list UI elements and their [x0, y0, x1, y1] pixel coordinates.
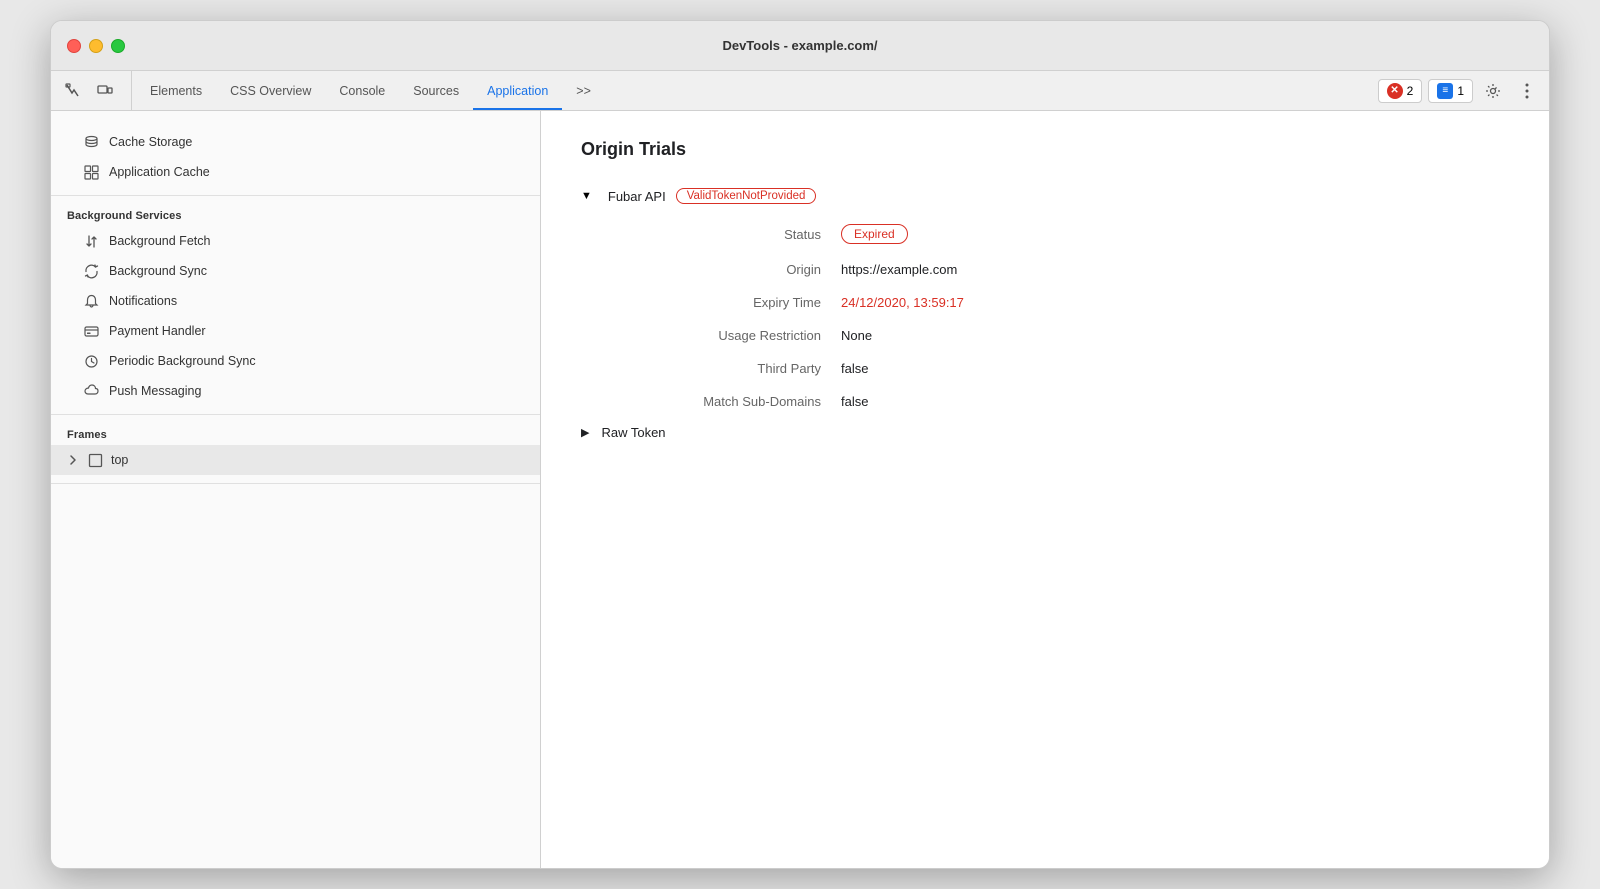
raw-token-row[interactable]: ▶ Raw Token — [581, 425, 1509, 440]
origin-value: https://example.com — [841, 262, 1509, 277]
bell-icon — [83, 293, 99, 309]
arrows-updown-icon — [83, 233, 99, 249]
usage-value: None — [841, 328, 1509, 343]
close-button[interactable] — [67, 39, 81, 53]
periodic-background-sync-label: Periodic Background Sync — [109, 354, 256, 368]
page-title: Origin Trials — [581, 139, 1509, 160]
toolbar-left-icons — [59, 71, 132, 110]
tab-elements[interactable]: Elements — [136, 71, 216, 110]
api-header: ▼ Fubar API ValidTokenNotProvided — [581, 188, 1509, 204]
background-sync-label: Background Sync — [109, 264, 207, 278]
api-name: Fubar API — [608, 189, 666, 204]
chevron-right-icon-raw: ▶ — [581, 426, 589, 439]
third-party-label: Third Party — [621, 361, 841, 376]
sidebar: Cache Storage Application Cache — [51, 111, 541, 868]
third-party-value: false — [841, 361, 1509, 376]
main-content: Cache Storage Application Cache — [51, 111, 1549, 868]
error-count-button[interactable]: ✕ 2 — [1378, 79, 1423, 103]
window-title: DevTools - example.com/ — [722, 38, 877, 53]
sidebar-item-push-messaging[interactable]: Push Messaging — [51, 376, 540, 406]
usage-label: Usage Restriction — [621, 328, 841, 343]
expired-badge: Expired — [841, 224, 908, 244]
content-panel: Origin Trials ▼ Fubar API ValidTokenNotP… — [541, 111, 1549, 868]
info-count-button[interactable]: ≡ 1 — [1428, 79, 1473, 103]
background-fetch-label: Background Fetch — [109, 234, 210, 248]
error-count: 2 — [1407, 84, 1414, 98]
card-icon — [83, 323, 99, 339]
expiry-label: Expiry Time — [621, 295, 841, 310]
status-label: Status — [621, 224, 841, 244]
sidebar-item-notifications[interactable]: Notifications — [51, 286, 540, 316]
storage-section: Cache Storage Application Cache — [51, 119, 540, 196]
tab-console[interactable]: Console — [325, 71, 399, 110]
info-count: 1 — [1457, 84, 1464, 98]
cloud-icon — [83, 383, 99, 399]
sidebar-item-top-frame[interactable]: top — [51, 445, 540, 475]
tab-overflow[interactable]: >> — [562, 71, 605, 110]
api-section: ▼ Fubar API ValidTokenNotProvided Status… — [581, 188, 1509, 440]
tab-sources[interactable]: Sources — [399, 71, 473, 110]
toolbar-right: ✕ 2 ≡ 1 — [1378, 71, 1541, 110]
more-options-button[interactable] — [1513, 77, 1541, 105]
chevron-right-icon — [67, 454, 79, 466]
info-badge: ≡ — [1437, 83, 1453, 99]
minimize-button[interactable] — [89, 39, 103, 53]
traffic-lights — [67, 39, 125, 53]
frames-section: Frames top — [51, 415, 540, 484]
database-icon — [83, 134, 99, 150]
origin-label: Origin — [621, 262, 841, 277]
error-badge: ✕ — [1387, 83, 1403, 99]
chevron-down-icon[interactable]: ▼ — [581, 190, 592, 202]
settings-button[interactable] — [1479, 77, 1507, 105]
clock-icon — [83, 353, 99, 369]
titlebar: DevTools - example.com/ — [51, 21, 1549, 71]
sync-icon — [83, 263, 99, 279]
frame-icon — [87, 452, 103, 468]
payment-handler-label: Payment Handler — [109, 324, 206, 338]
tabs: Elements CSS Overview Console Sources Ap… — [136, 71, 1378, 110]
raw-token-label: Raw Token — [601, 425, 665, 440]
sidebar-item-application-cache[interactable]: Application Cache — [51, 157, 540, 187]
sidebar-item-payment-handler[interactable]: Payment Handler — [51, 316, 540, 346]
toolbar: Elements CSS Overview Console Sources Ap… — [51, 71, 1549, 111]
sidebar-item-periodic-background-sync[interactable]: Periodic Background Sync — [51, 346, 540, 376]
frames-title: Frames — [51, 423, 540, 445]
background-services-section: Background Services Background Fetch — [51, 196, 540, 415]
maximize-button[interactable] — [111, 39, 125, 53]
cache-storage-label: Cache Storage — [109, 135, 192, 149]
notifications-label: Notifications — [109, 294, 177, 308]
sidebar-item-cache-storage[interactable]: Cache Storage — [51, 127, 540, 157]
inspect-element-button[interactable] — [59, 77, 87, 105]
devtools-window: DevTools - example.com/ Elements — [50, 20, 1550, 869]
match-subdomains-label: Match Sub-Domains — [621, 394, 841, 409]
detail-grid: Status Expired Origin https://example.co… — [621, 224, 1509, 409]
status-value: Expired — [841, 224, 1509, 244]
token-status-badge: ValidTokenNotProvided — [676, 188, 817, 204]
push-messaging-label: Push Messaging — [109, 384, 201, 398]
tab-css-overview[interactable]: CSS Overview — [216, 71, 325, 110]
application-cache-label: Application Cache — [109, 165, 210, 179]
match-subdomains-value: false — [841, 394, 1509, 409]
top-frame-label: top — [111, 453, 128, 467]
sidebar-item-background-sync[interactable]: Background Sync — [51, 256, 540, 286]
background-services-title: Background Services — [51, 204, 540, 226]
tab-application[interactable]: Application — [473, 71, 562, 110]
device-toolbar-button[interactable] — [91, 77, 119, 105]
expiry-value: 24/12/2020, 13:59:17 — [841, 295, 1509, 310]
grid-icon — [83, 164, 99, 180]
sidebar-item-background-fetch[interactable]: Background Fetch — [51, 226, 540, 256]
